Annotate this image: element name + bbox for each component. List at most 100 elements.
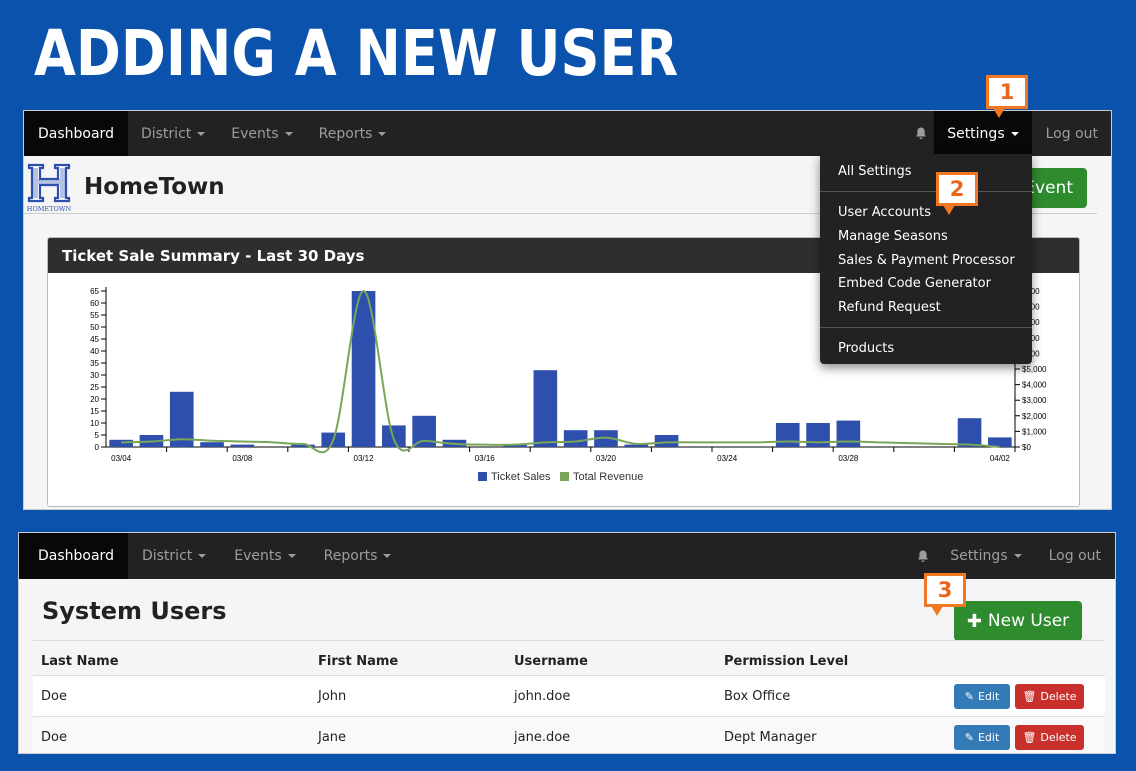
- nav-district[interactable]: District: [128, 111, 218, 156]
- nav-reports[interactable]: Reports: [306, 111, 400, 156]
- y-tick-label-left: 50: [90, 323, 99, 332]
- delete-label: Delete: [1040, 731, 1077, 744]
- new-user-label: New User: [987, 611, 1070, 631]
- legend-swatch-ticket-sales: [478, 472, 487, 481]
- legend-label-ticket-sales: Ticket Sales: [491, 471, 551, 483]
- system-users-title: System Users: [42, 597, 227, 625]
- logo-text: HOMETOWN: [27, 205, 71, 213]
- y-tick-label-left: 60: [90, 299, 99, 308]
- nav-district-label: District: [141, 548, 193, 564]
- nav-district[interactable]: District: [128, 533, 220, 579]
- bar-ticket-sales: [775, 423, 800, 447]
- step-callout-3: 3: [924, 573, 966, 616]
- nav-events[interactable]: Events: [220, 533, 309, 579]
- edit-button[interactable]: ✎ Edit: [954, 684, 1010, 709]
- settings-dropdown-menu: All Settings User Accounts Manage Season…: [820, 154, 1032, 364]
- y-tick-label-right: $1,000: [1022, 427, 1047, 436]
- menu-item-products[interactable]: Products: [838, 341, 894, 356]
- nav-reports-label: Reports: [318, 125, 373, 142]
- nav-reports[interactable]: Reports: [310, 533, 406, 579]
- edit-button[interactable]: ✎ Edit: [954, 725, 1010, 750]
- bar-ticket-sales: [533, 370, 558, 447]
- plus-icon: ✚: [966, 610, 982, 632]
- nav-settings-label: Settings: [950, 548, 1008, 564]
- nav-settings[interactable]: Settings: [934, 111, 1032, 156]
- menu-item-all-settings[interactable]: All Settings: [838, 164, 912, 179]
- delete-button[interactable]: 🗑 Delete: [1015, 725, 1084, 750]
- menu-divider: [820, 191, 1032, 192]
- y-tick-label-right: $4,000: [1022, 381, 1047, 390]
- caret-down-icon: [197, 131, 206, 136]
- y-tick-label-left: 15: [90, 407, 99, 416]
- nav-logout-label: Log out: [1045, 125, 1098, 142]
- delete-button[interactable]: 🗑 Delete: [1015, 684, 1084, 709]
- bar-ticket-sales: [836, 420, 861, 447]
- y-tick-label-left: 5: [95, 431, 100, 440]
- trash-icon: 🗑: [1022, 690, 1037, 703]
- nav-dashboard-label: Dashboard: [38, 548, 114, 564]
- x-tick-label: 03/16: [475, 454, 496, 463]
- page-title: ADDING A NEW USER: [34, 17, 679, 90]
- menu-divider: [820, 327, 1032, 328]
- menu-item-sales-payment-processor[interactable]: Sales & Payment Processor: [838, 253, 1015, 268]
- nav-dashboard[interactable]: Dashboard: [24, 111, 128, 156]
- x-tick-label: 03/20: [596, 454, 617, 463]
- y-tick-label-left: 0: [95, 443, 100, 452]
- x-tick-label: 03/04: [111, 454, 132, 463]
- x-tick-label: 03/24: [717, 454, 738, 463]
- menu-item-user-accounts[interactable]: User Accounts: [838, 205, 931, 220]
- y-tick-label-left: 20: [90, 395, 99, 404]
- new-user-button[interactable]: ✚ New User: [954, 601, 1082, 641]
- nav-logout-label: Log out: [1048, 548, 1101, 564]
- menu-item-manage-seasons[interactable]: Manage Seasons: [838, 229, 948, 244]
- caret-down-icon: [383, 554, 392, 558]
- x-tick-label: 03/28: [838, 454, 859, 463]
- nav-reports-label: Reports: [323, 548, 378, 564]
- x-tick-label: 03/08: [232, 454, 253, 463]
- bar-ticket-sales: [109, 439, 133, 447]
- delete-label: Delete: [1040, 690, 1077, 703]
- pencil-icon: ✎: [964, 731, 974, 744]
- nav-events-label: Events: [234, 548, 282, 564]
- y-tick-label-left: 45: [90, 335, 99, 344]
- menu-item-embed-code-generator[interactable]: Embed Code Generator: [838, 276, 991, 291]
- nav-logout[interactable]: Log out: [1036, 533, 1115, 579]
- y-tick-label-left: 10: [90, 419, 99, 428]
- edit-label: Edit: [977, 690, 1000, 703]
- table-row: Doe Jane jane.doe Dept Manager ✎ Edit 🗑 De…: [33, 716, 1105, 753]
- nav-settings-label: Settings: [947, 125, 1005, 142]
- caret-down-icon: [1013, 554, 1022, 558]
- hometown-logo: HOMETOWN: [27, 163, 71, 213]
- trash-icon: 🗑: [1022, 731, 1037, 744]
- y-tick-label-right: $3,000: [1022, 396, 1047, 405]
- cell-username: john.doe: [514, 689, 571, 704]
- cell-last-name: Doe: [41, 689, 67, 704]
- edit-label: Edit: [977, 731, 1000, 744]
- step-callout-1: 1: [986, 75, 1028, 118]
- nav-dashboard[interactable]: Dashboard: [19, 533, 128, 579]
- new-event-button[interactable]: Event: [1024, 168, 1087, 208]
- nav-logout[interactable]: Log out: [1032, 111, 1111, 156]
- cell-first-name: Jane: [318, 730, 347, 745]
- bar-ticket-sales: [806, 423, 830, 447]
- bar-ticket-sales: [200, 442, 224, 447]
- menu-item-refund-request[interactable]: Refund Request: [838, 300, 941, 315]
- bell-icon[interactable]: [908, 111, 934, 156]
- y-tick-label-right: $5,000: [1022, 365, 1047, 374]
- y-tick-label-left: 25: [90, 383, 99, 392]
- brand-name: HomeTown: [84, 174, 225, 200]
- cell-permission-level: Box Office: [724, 689, 791, 704]
- cell-first-name: John: [318, 689, 347, 704]
- system-users-screenshot: Dashboard District Events Reports Settin…: [18, 532, 1116, 754]
- nav-events-label: Events: [231, 125, 279, 142]
- nav-events[interactable]: Events: [218, 111, 305, 156]
- nav-dashboard-label: Dashboard: [38, 125, 114, 142]
- cell-permission-level: Dept Manager: [724, 730, 817, 745]
- y-tick-label-left: 35: [90, 359, 99, 368]
- caret-down-icon: [284, 131, 293, 136]
- cell-username: jane.doe: [514, 730, 571, 745]
- caret-down-icon: [378, 131, 387, 136]
- legend-swatch-total-revenue: [560, 472, 569, 481]
